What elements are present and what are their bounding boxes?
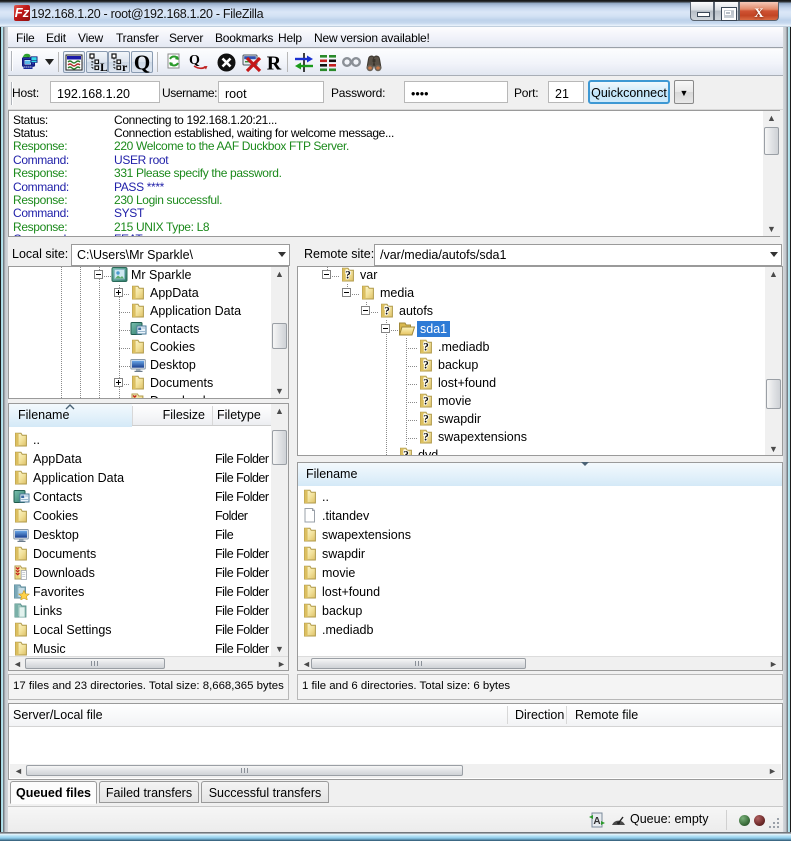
svg-text:?: ?: [345, 270, 351, 282]
svg-text:A: A: [593, 816, 600, 827]
svg-text:?: ?: [403, 450, 409, 457]
svg-text:?: ?: [423, 378, 429, 390]
svg-text:?: ?: [384, 306, 390, 318]
svg-text:?: ?: [423, 396, 429, 408]
svg-text:?: ?: [423, 360, 429, 372]
svg-text:L: L: [100, 60, 107, 73]
svg-text:?: ?: [423, 342, 429, 354]
svg-text:r: r: [122, 60, 128, 73]
svg-text:Q: Q: [134, 53, 150, 73]
svg-text:?: ?: [423, 414, 429, 426]
svg-text:?: ?: [423, 432, 429, 444]
svg-text:R: R: [267, 53, 282, 74]
